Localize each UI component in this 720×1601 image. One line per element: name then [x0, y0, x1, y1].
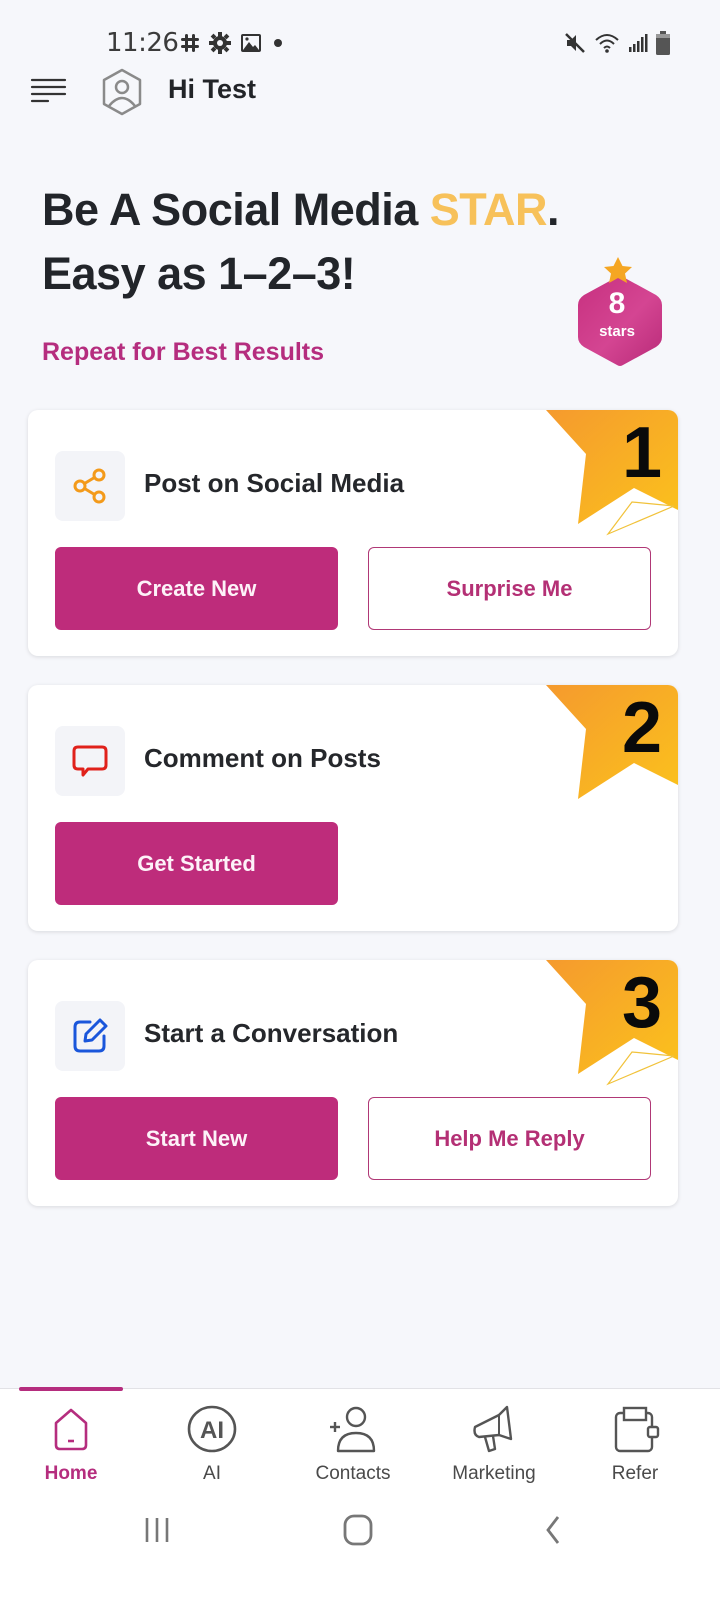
card-icon-box: [55, 1001, 125, 1071]
help-me-reply-button[interactable]: Help Me Reply: [368, 1097, 651, 1180]
card-title: Post on Social Media: [144, 468, 405, 498]
nav-label: Marketing: [452, 1463, 536, 1484]
system-nav-bar: [0, 1500, 720, 1560]
avatar[interactable]: [100, 68, 144, 116]
home-button[interactable]: [340, 1510, 380, 1550]
stars-count: 8: [608, 287, 626, 320]
share-icon: [73, 468, 106, 504]
hero-title-highlight: STAR: [429, 184, 548, 235]
nav-label: Contacts: [315, 1463, 391, 1484]
stars-label: stars: [599, 323, 635, 340]
step-ribbon: 2: [546, 685, 678, 815]
hero-title: Be A Social Media STAR. Easy as 1–2–3!: [42, 178, 602, 306]
hero-subtitle: Repeat for Best Results: [42, 338, 325, 366]
signal-icon: [628, 33, 648, 53]
settings-icon: [209, 32, 231, 54]
user-avatar-icon: [102, 68, 142, 116]
stars-badge[interactable]: 8 stars: [572, 255, 668, 371]
nav-label: AI: [203, 1463, 221, 1484]
add-contact-icon: [330, 1406, 376, 1453]
home-circle-icon: [343, 1514, 373, 1546]
step-ribbon: 3: [546, 960, 678, 1090]
menu-button[interactable]: [30, 76, 70, 106]
recents-icon: [145, 1518, 169, 1542]
create-new-button[interactable]: Create New: [55, 547, 338, 630]
step-number: 3: [621, 963, 663, 1043]
megaphone-icon: [473, 1405, 513, 1453]
card-icon-box: [55, 726, 125, 796]
bottom-nav: Home AI AI Contacts Marketing Refer: [0, 1387, 720, 1601]
comment-icon: [72, 745, 108, 777]
back-chevron-icon: [546, 1516, 560, 1544]
gallery-icon: [240, 32, 262, 54]
step-card-comment: Comment on Posts 2 Get Started: [28, 685, 678, 931]
nav-label: Refer: [611, 1463, 659, 1484]
back-button[interactable]: [540, 1510, 580, 1550]
nav-item-refer[interactable]: Refer: [570, 1401, 700, 1491]
nav-item-marketing[interactable]: Marketing: [429, 1401, 559, 1491]
wifi-icon: [594, 32, 620, 54]
nav-item-contacts[interactable]: Contacts: [288, 1401, 418, 1491]
step-card-conversation: Start a Conversation 3 Start New Help Me…: [28, 960, 678, 1206]
ai-icon: AI: [187, 1405, 237, 1453]
slack-icon: [180, 33, 200, 53]
battery-icon: [656, 31, 670, 55]
greeting-text: Hi Test: [168, 74, 257, 104]
svg-text:AI: AI: [200, 1417, 224, 1444]
nav-item-ai[interactable]: AI AI: [147, 1401, 277, 1491]
home-icon: [54, 1408, 88, 1451]
menu-icon: [30, 78, 67, 103]
recents-button[interactable]: [138, 1510, 178, 1550]
wallet-icon: [614, 1406, 660, 1453]
hero-title-part1: Be A Social Media: [42, 184, 430, 235]
step-card-post: Post on Social Media 1 Create New Surpri…: [28, 410, 678, 656]
nav-label: Home: [44, 1463, 98, 1484]
app-header: Hi Test: [0, 66, 720, 116]
nav-item-home[interactable]: Home: [6, 1401, 136, 1491]
step-number: 2: [621, 688, 663, 768]
status-bar: 11:26: [0, 26, 720, 62]
start-new-button[interactable]: Start New: [55, 1097, 338, 1180]
dot-icon: [271, 36, 285, 50]
hero-title-line2: Easy as 1–2–3!: [42, 248, 356, 299]
active-tab-indicator: [19, 1387, 123, 1391]
step-number: 1: [621, 413, 663, 493]
card-title: Start a Conversation: [144, 1018, 399, 1048]
card-icon-box: [55, 451, 125, 521]
hero-title-part2: .: [546, 184, 560, 235]
edit-icon: [73, 1018, 108, 1053]
surprise-me-button[interactable]: Surprise Me: [368, 547, 651, 630]
step-ribbon: 1: [546, 410, 678, 540]
mute-icon: [564, 32, 586, 54]
card-title: Comment on Posts: [144, 743, 381, 773]
get-started-button[interactable]: Get Started: [55, 822, 338, 905]
status-time: 11:26: [106, 28, 179, 58]
